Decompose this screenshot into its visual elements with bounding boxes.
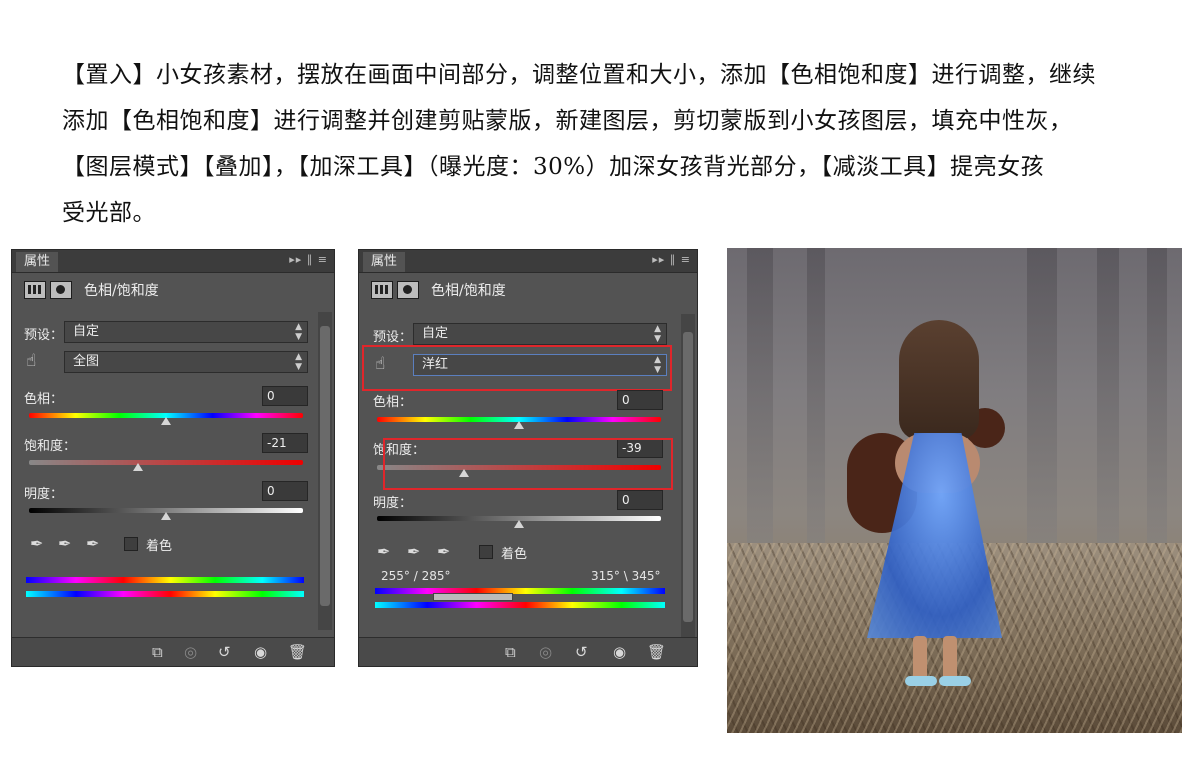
visibility-eye-icon[interactable]: ◉: [254, 643, 267, 661]
lightness-label: 明度：: [373, 496, 413, 511]
panel-bottom-toolbar: ⧉ ◎ ↺ ◉ 🗑: [359, 637, 697, 666]
channel-dropdown[interactable]: 全图 ▲ ▼: [64, 351, 308, 373]
girl-leg: [913, 636, 927, 681]
preset-value: 自定: [422, 326, 449, 341]
adjustment-header: 色相/饱和度: [371, 280, 506, 304]
highlight-box-channel: [362, 345, 672, 391]
colorize-label: 着色: [501, 547, 528, 562]
preset-label: 预设：: [373, 330, 413, 345]
properties-panel-magenta: 属性 ▸▸ ∥ ≡ 色相/饱和度 预设： 自定 ▲ ▼ ☝ 洋红 ▲ ▼ 色相： 0…: [358, 249, 698, 667]
instruction-line: 受光部。: [62, 200, 156, 226]
panel-scrollbar[interactable]: [681, 314, 695, 644]
lightness-label: 明度：: [24, 487, 64, 502]
lightness-input[interactable]: 0: [262, 481, 308, 501]
color-range-bar-top: [26, 577, 304, 583]
reset-icon[interactable]: ↺: [575, 643, 588, 661]
result-photo: [727, 248, 1182, 733]
preset-dropdown[interactable]: 自定 ▲ ▼: [413, 323, 667, 345]
saturation-label: 饱和度：: [24, 439, 77, 454]
instruction-line: 【置入】小女孩素材，摆放在画面中间部分，调整位置和大小，添加【色相饱和度】进行调…: [62, 62, 1096, 88]
background-tree: [1147, 248, 1167, 588]
background-tree: [807, 248, 825, 588]
panel-bottom-toolbar: ⧉ ◎ ↺ ◉ 🗑: [12, 637, 334, 666]
instruction-paragraph: 【置入】小女孩素材，摆放在画面中间部分，调整位置和大小，添加【色相饱和度】进行调…: [62, 52, 1192, 236]
panel-menu-icon[interactable]: ▸▸ ∥ ≡: [289, 253, 328, 266]
hue-label: 色相：: [24, 392, 64, 407]
mask-icon[interactable]: [50, 281, 72, 299]
colorize-checkbox[interactable]: [479, 545, 493, 559]
panel-titlebar: 属性 ▸▸ ∥ ≡: [359, 250, 697, 273]
background-tree: [747, 248, 773, 588]
dropdown-arrows-icon: ▲ ▼: [295, 352, 302, 372]
color-range-bar-bottom: [375, 602, 665, 608]
clip-to-layer-icon[interactable]: ⧉: [152, 643, 163, 661]
saturation-input[interactable]: -21: [262, 433, 308, 453]
preset-label: 预设：: [24, 328, 64, 343]
eyedropper-icon[interactable]: ✒: [30, 534, 43, 553]
reset-icon[interactable]: ↺: [218, 643, 231, 661]
eyedropper-plus-icon[interactable]: ✒: [407, 542, 420, 561]
scrollbar-thumb[interactable]: [683, 332, 693, 622]
hue-slider-handle[interactable]: [161, 417, 171, 425]
panel-titlebar: 属性 ▸▸ ∥ ≡: [12, 250, 334, 273]
channel-value: 全图: [73, 354, 100, 369]
adjustment-header: 色相/饱和度: [24, 280, 159, 304]
view-previous-icon[interactable]: ◎: [539, 643, 552, 661]
eyedropper-minus-icon[interactable]: ✒: [86, 534, 99, 553]
clip-to-layer-icon[interactable]: ⧉: [505, 643, 516, 661]
hue-input[interactable]: 0: [262, 386, 308, 406]
trash-icon[interactable]: 🗑: [288, 643, 307, 661]
adjustment-name: 色相/饱和度: [84, 283, 159, 299]
range-label-left: 255° / 285°: [381, 569, 451, 583]
girl-leg: [943, 636, 957, 681]
hue-saturation-icon[interactable]: [24, 281, 46, 299]
range-label-right: 315° \ 345°: [591, 569, 661, 583]
scrollbar-thumb[interactable]: [320, 326, 330, 606]
eyedropper-minus-icon[interactable]: ✒: [437, 542, 450, 561]
hue-slider-handle[interactable]: [514, 421, 524, 429]
hue-saturation-icon[interactable]: [371, 281, 393, 299]
girl-shoe: [939, 676, 971, 686]
saturation-slider-track[interactable]: [29, 460, 303, 465]
dropdown-arrows-icon: ▲ ▼: [654, 324, 661, 344]
eyedropper-plus-icon[interactable]: ✒: [58, 534, 71, 553]
mask-icon[interactable]: [397, 281, 419, 299]
colorize-label: 着色: [146, 539, 173, 554]
panel-scrollbar[interactable]: [318, 312, 332, 630]
girl-shoe: [905, 676, 937, 686]
instruction-line: 添加【色相饱和度】进行调整并创建剪贴蒙版，新建图层，剪切蒙版到小女孩图层，填充中…: [62, 108, 1073, 134]
highlight-box-saturation: [383, 438, 673, 490]
hue-input[interactable]: 0: [617, 390, 663, 410]
properties-panel-master: 属性 ▸▸ ∥ ≡ 色相/饱和度 预设： 自定 ▲ ▼ ☝ 全图 ▲ ▼ 色相： 0…: [11, 249, 335, 667]
hand-target-icon[interactable]: ☝: [26, 351, 36, 371]
instruction-line: 【图层模式】【叠加】，【加深工具】（曝光度：30%）加深女孩背光部分，【减淡工具…: [62, 154, 1045, 180]
hue-label: 色相：: [373, 395, 413, 410]
properties-tab[interactable]: 属性: [16, 252, 59, 272]
color-range-bar-bottom: [26, 591, 304, 597]
background-tree: [1097, 248, 1119, 588]
lightness-input[interactable]: 0: [617, 490, 663, 510]
lightness-slider-handle[interactable]: [514, 520, 524, 528]
view-previous-icon[interactable]: ◎: [184, 643, 197, 661]
lightness-slider-handle[interactable]: [161, 512, 171, 520]
girl-hair: [899, 320, 979, 440]
dropdown-arrows-icon: ▲ ▼: [295, 322, 302, 342]
panel-menu-icon[interactable]: ▸▸ ∥ ≡: [652, 253, 691, 266]
trash-icon[interactable]: 🗑: [647, 643, 666, 661]
visibility-eye-icon[interactable]: ◉: [613, 643, 626, 661]
colorize-checkbox[interactable]: [124, 537, 138, 551]
adjustment-name: 色相/饱和度: [431, 283, 506, 299]
preset-value: 自定: [73, 324, 100, 339]
background-tree: [1027, 248, 1057, 588]
eyedropper-icon[interactable]: ✒: [377, 542, 390, 561]
properties-tab[interactable]: 属性: [363, 252, 406, 272]
color-range-bar-top: [375, 588, 665, 594]
saturation-slider-handle[interactable]: [133, 463, 143, 471]
preset-dropdown[interactable]: 自定 ▲ ▼: [64, 321, 308, 343]
color-range-selector[interactable]: [433, 593, 513, 601]
